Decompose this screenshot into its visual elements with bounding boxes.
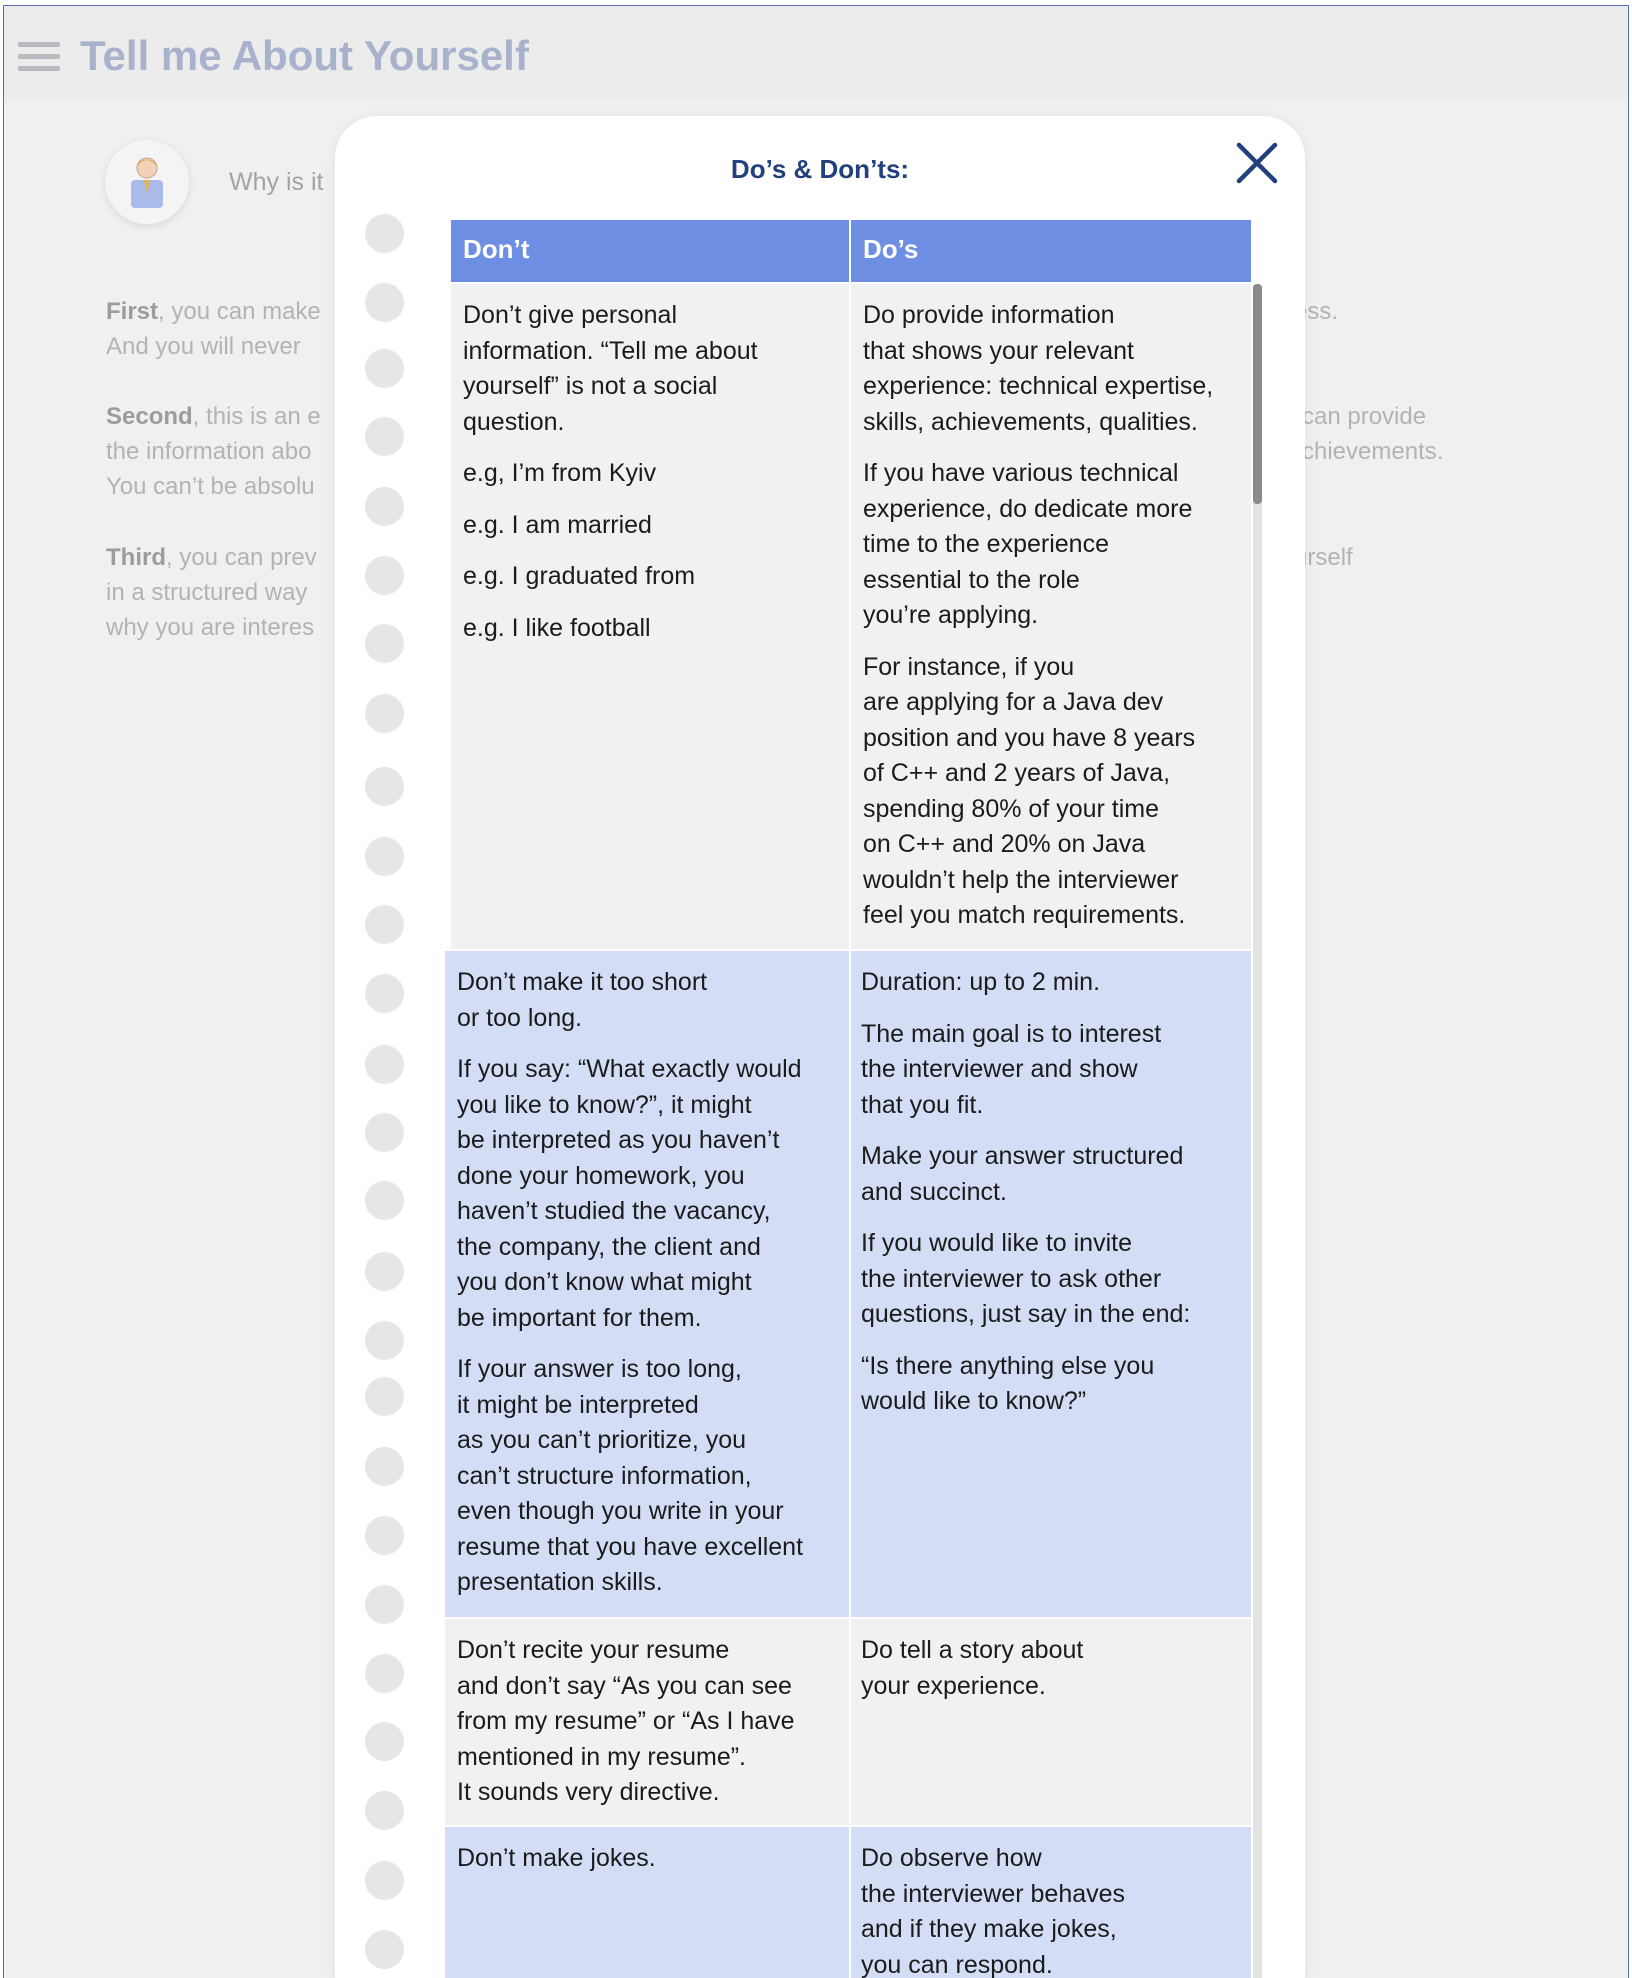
notebook-ring-icon: [365, 1447, 404, 1486]
background-paragraph-second-right: can provide chievements.: [1302, 399, 1443, 469]
notebook-ring-icon: [365, 1930, 404, 1969]
second-right-line-2: chievements.: [1302, 438, 1444, 465]
cell-paragraph: Duration: up to 2 min.: [861, 968, 1101, 996]
close-button[interactable]: [1234, 140, 1280, 186]
cell-paragraph: e.g. I am married: [463, 510, 652, 539]
notebook-ring-icon: [365, 283, 404, 322]
notebook-ring-icon: [365, 974, 404, 1013]
notebook-ring-icon: [365, 1113, 404, 1152]
second-right-line-1: can provide: [1302, 403, 1427, 430]
menu-icon[interactable]: [18, 42, 60, 72]
second-line-2: the information abo: [106, 438, 312, 465]
notebook-ring-icon: [365, 349, 404, 388]
notebook-ring-icon: [365, 1654, 404, 1693]
scrollbar-thumb[interactable]: [1253, 284, 1262, 504]
page-title: Tell me About Yourself: [80, 32, 529, 79]
notebook-ring-icon: [365, 1377, 404, 1416]
scrollbar-track[interactable]: [1253, 284, 1262, 1978]
notebook-ring-icon: [365, 417, 404, 456]
notebook-ring-icon: [365, 905, 404, 944]
notebook-ring-icon: [365, 1722, 404, 1761]
notebook-ring-icon: [365, 487, 404, 526]
cell-paragraph: Don’t make it too short or too long.: [457, 968, 708, 1032]
second-line-3: You can’t be absolu: [106, 473, 315, 500]
cell-paragraph: If your answer is too long, it might be …: [457, 1355, 804, 1596]
third-line-2: in a structured way: [106, 579, 308, 606]
cell-do-row-3: Do tell a story about your experience.: [851, 1619, 1251, 1825]
cell-paragraph: e.g. I like football: [463, 613, 651, 642]
cell-paragraph: Do tell a story about your experience.: [861, 1636, 1084, 1700]
cell-paragraph: Don’t give personal information. “Tell m…: [463, 301, 758, 436]
cell-paragraph: Don’t make jokes.: [457, 1844, 656, 1872]
third-line-3: why you are interes: [106, 614, 315, 641]
notebook-ring-icon: [365, 1861, 404, 1900]
cell-paragraph: Make your answer structured and succinct…: [861, 1142, 1184, 1206]
second-label: Second: [106, 403, 193, 430]
cell-paragraph: Do observe how the interviewer behaves a…: [861, 1844, 1126, 1978]
cell-paragraph: e.g. I graduated from: [463, 562, 696, 590]
cell-paragraph: For instance, if you are applying for a …: [863, 652, 1196, 930]
user-icon: [131, 157, 163, 208]
modal-title: Do’s & Don’ts:: [730, 154, 910, 184]
notebook-ring-icon: [365, 1181, 404, 1220]
notebook-ring-icon: [365, 1516, 404, 1555]
background-paragraph-first: First, you can make And you will never: [106, 294, 321, 364]
dos-donts-modal: Do’s & Don’ts: Don’t Do’s Don’t give per…: [335, 116, 1305, 1978]
header-dont: Don’t: [451, 220, 849, 282]
background-question: Why is it: [229, 168, 324, 196]
cell-paragraph: e.g, I’m from Kyiv: [463, 459, 657, 487]
second-line-1: , this is an e: [192, 403, 321, 430]
notebook-ring-icon: [365, 1585, 404, 1624]
cell-dont-row-2: Don’t make it too short or too long. If y…: [445, 951, 849, 1617]
first-label: First: [106, 298, 159, 325]
notebook-ring-icon: [365, 624, 404, 663]
cell-paragraph: If you have various technical experience…: [863, 459, 1193, 629]
background-paragraph-second: Second, this is an e the information abo Y…: [106, 399, 321, 504]
cell-paragraph: If you would like to invite the intervie…: [861, 1229, 1191, 1328]
notebook-ring-icon: [365, 694, 404, 733]
cell-dont-row-3: Don’t recite your resume and don’t say “…: [445, 1619, 849, 1825]
notebook-ring-icon: [365, 767, 404, 806]
notebook-ring-icon: [365, 214, 404, 253]
cell-dont-row-1: Don’t give personal information. “Tell m…: [451, 284, 849, 949]
notebook-ring-icon: [365, 1791, 404, 1830]
first-line-2: And you will never: [106, 333, 301, 360]
notebook-ring-icon: [365, 1045, 404, 1084]
app-window: Tell me About Yourself Why is it First, …: [3, 5, 1629, 1978]
app-bar: Tell me About Yourself: [4, 6, 1628, 100]
cell-do-row-2: Duration: up to 2 min. The main goal is t…: [851, 951, 1251, 1617]
cell-paragraph: Don’t recite your resume and don’t say “…: [457, 1636, 795, 1806]
notebook-ring-icon: [365, 837, 404, 876]
cell-paragraph: The main goal is to interest the intervi…: [861, 1019, 1162, 1119]
cell-paragraph: If you say: “What exactly would you like…: [457, 1055, 802, 1332]
avatar: [105, 140, 189, 224]
cell-paragraph: Do provide information that shows your r…: [863, 301, 1214, 436]
notebook-ring-icon: [365, 1321, 404, 1360]
notebook-ring-icon: [365, 556, 404, 595]
background-paragraph-third: Third, you can prev in a structured way wh…: [106, 540, 317, 645]
cell-do-row-1: Do provide information that shows your r…: [851, 284, 1251, 949]
cell-paragraph: “Is there anything else you would like t…: [861, 1351, 1155, 1416]
close-icon: [1236, 142, 1278, 184]
dos-donts-table: Don’t Do’s Don’t give personal informati…: [445, 220, 1251, 1978]
notebook-ring-icon: [365, 1252, 404, 1291]
third-label: Third: [106, 544, 166, 571]
header-dos: Do’s: [851, 220, 1251, 282]
cell-do-row-4: Do observe how the interviewer behaves a…: [851, 1827, 1251, 1978]
cell-dont-row-4: Don’t make jokes.: [445, 1827, 849, 1978]
third-line-1: , you can prev: [166, 544, 317, 571]
first-line-1: , you can make: [158, 298, 321, 325]
